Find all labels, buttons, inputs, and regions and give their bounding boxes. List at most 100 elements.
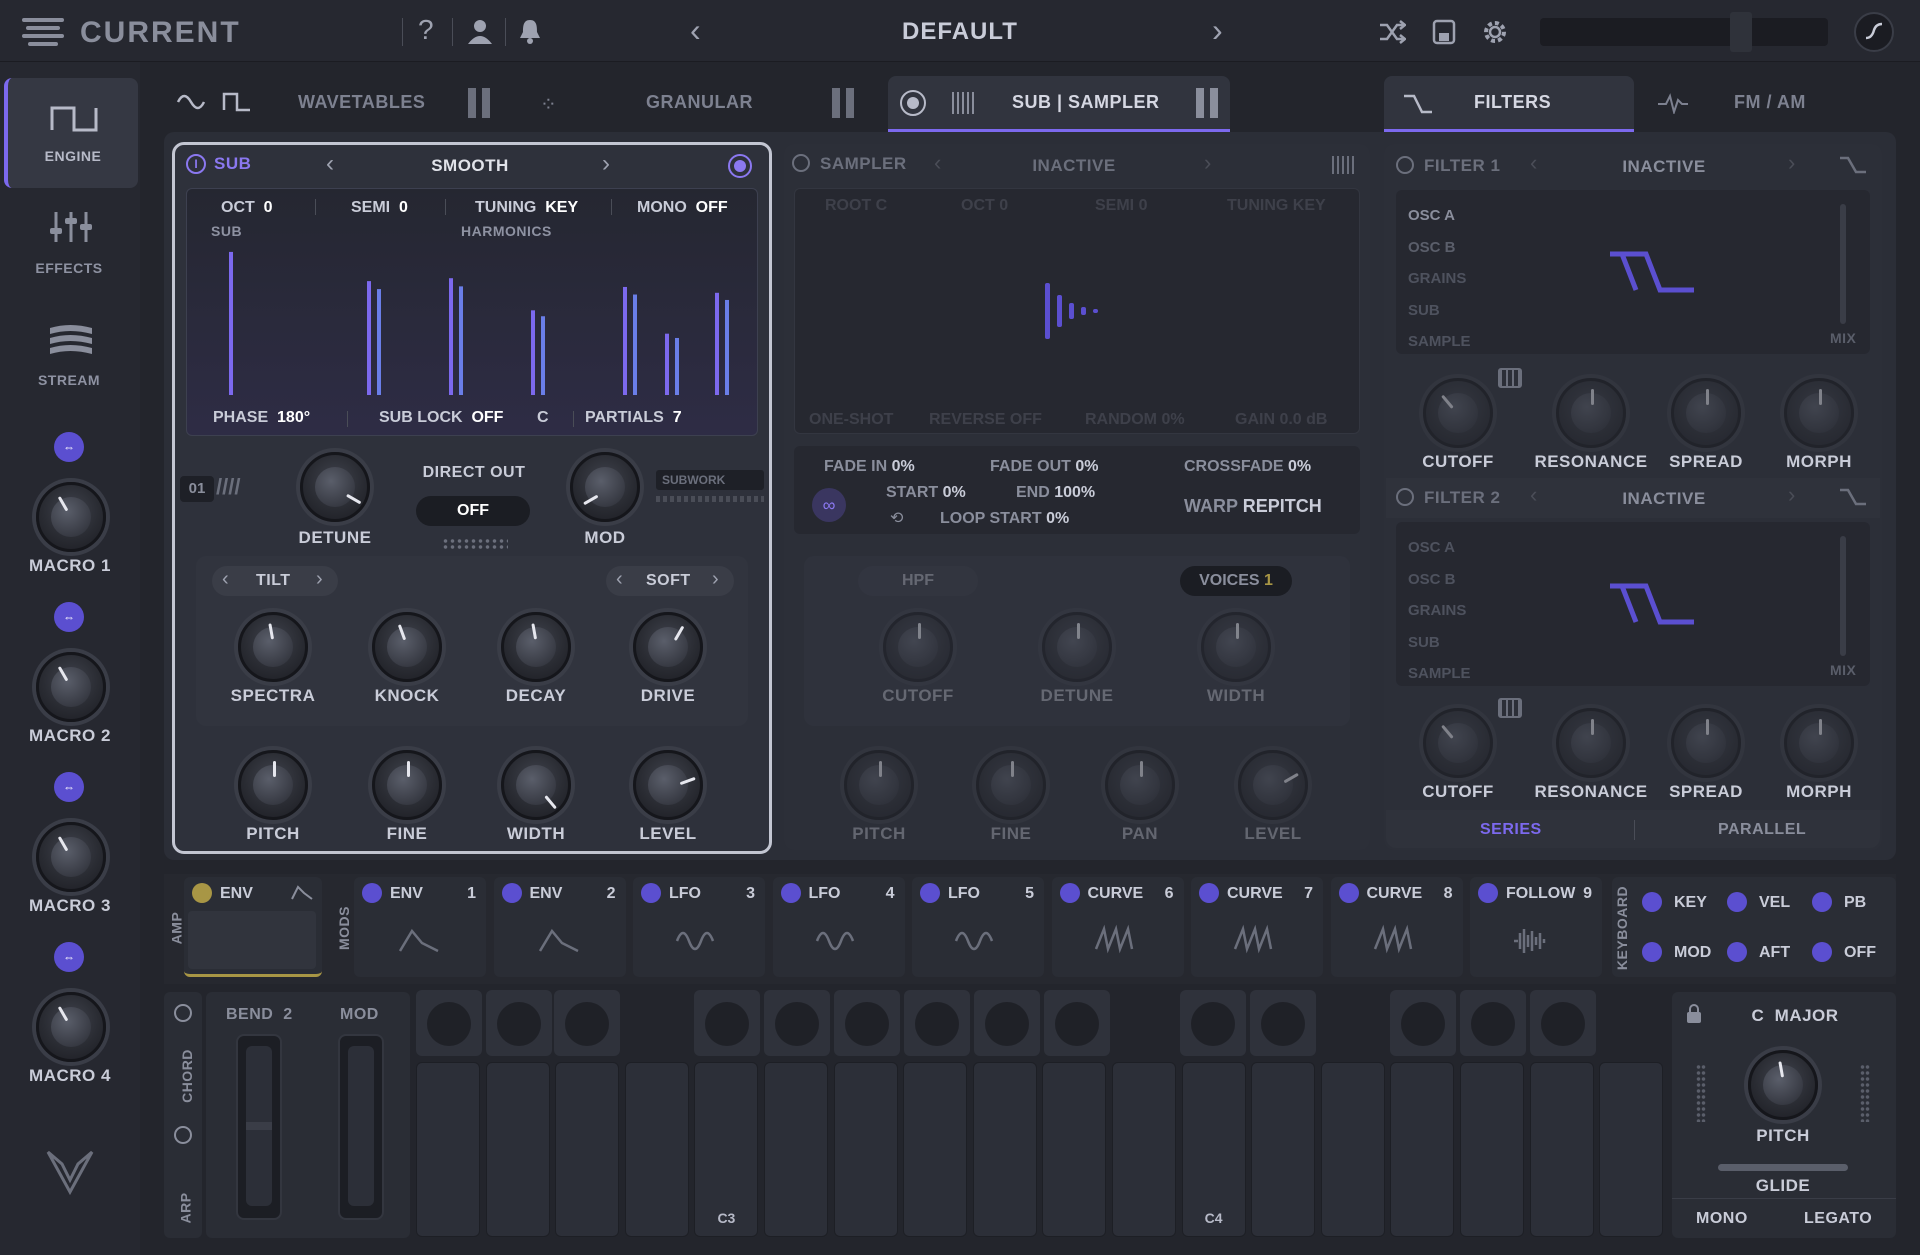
sub-level-knob[interactable] bbox=[633, 750, 703, 820]
harmonic-bar[interactable] bbox=[725, 299, 729, 395]
sub-detune-knob[interactable] bbox=[300, 452, 370, 522]
piano-black-key[interactable] bbox=[1530, 990, 1596, 1056]
decay-knob[interactable] bbox=[501, 612, 571, 682]
sampler-tuning-value[interactable]: KEY bbox=[1293, 197, 1326, 214]
mod-slot-curve-7[interactable]: CURVE 7 bbox=[1191, 877, 1323, 977]
filter-1-mix-slider[interactable] bbox=[1840, 204, 1846, 324]
mod-slot-curve-6[interactable]: CURVE 6 bbox=[1051, 877, 1184, 977]
one-shot-label[interactable]: ONE-SHOT bbox=[809, 411, 893, 429]
keyboard-mod-aft[interactable]: AFT bbox=[1727, 936, 1807, 976]
help-icon[interactable]: ? bbox=[418, 14, 434, 46]
macro-4-mod-button[interactable]: ⇔ bbox=[54, 942, 84, 972]
wavetables-power-icon[interactable] bbox=[468, 88, 490, 118]
sampler-fine-knob[interactable] bbox=[976, 750, 1046, 820]
macro-1-mod-button[interactable]: ⇔ bbox=[54, 432, 84, 462]
mod-drag-handle-icon[interactable] bbox=[1478, 883, 1498, 903]
fade-in-value[interactable]: 0% bbox=[892, 458, 915, 475]
sub-mod-knob[interactable] bbox=[570, 452, 640, 522]
filter-1-source-sub[interactable]: SUB bbox=[1408, 295, 1471, 327]
hpf-selector[interactable]: HPF bbox=[858, 566, 978, 596]
user-icon[interactable] bbox=[466, 18, 494, 44]
tilt-selector[interactable]: ‹ TILT › bbox=[212, 566, 338, 596]
partials-value[interactable]: 7 bbox=[673, 409, 682, 426]
oct-value[interactable]: 0 bbox=[264, 199, 273, 216]
piano-white-key[interactable]: C3 bbox=[694, 1062, 759, 1237]
sampler-oct-value[interactable]: 0 bbox=[999, 197, 1008, 214]
filter-2-cutoff-knob[interactable] bbox=[1423, 708, 1493, 778]
filter-2-resonance-knob[interactable] bbox=[1556, 708, 1626, 778]
semi-value[interactable]: 0 bbox=[399, 199, 408, 216]
filter-2-keytrack-icon[interactable] bbox=[1498, 698, 1522, 718]
filter-1-prev-icon[interactable]: ‹ bbox=[1530, 150, 1537, 176]
reverse-value[interactable]: OFF bbox=[1010, 411, 1042, 428]
scale-name[interactable]: C MAJOR bbox=[1720, 1006, 1870, 1026]
piano-black-key[interactable] bbox=[974, 990, 1040, 1056]
parallel-button[interactable]: PARALLEL bbox=[1718, 821, 1806, 839]
sampler-cutoff-knob[interactable] bbox=[883, 612, 953, 682]
master-volume-slider[interactable] bbox=[1540, 12, 1828, 52]
sub-preset-prev-icon[interactable]: ‹ bbox=[326, 150, 334, 178]
filter-1-source-osc-b[interactable]: OSC B bbox=[1408, 232, 1471, 264]
preset-next-button[interactable]: › bbox=[1212, 12, 1223, 49]
root-value[interactable]: C bbox=[876, 197, 888, 214]
piano-white-key[interactable] bbox=[764, 1062, 828, 1237]
sampler-next-icon[interactable]: › bbox=[1204, 150, 1211, 176]
mod-slot-env-1[interactable]: ENV 1 bbox=[354, 877, 486, 977]
link-icon[interactable]: ∞ bbox=[812, 488, 846, 522]
preset-prev-button[interactable]: ‹ bbox=[690, 12, 701, 49]
harmonic-bar[interactable] bbox=[377, 289, 381, 395]
mod-slot-follow-9[interactable]: FOLLOW 9 bbox=[1470, 877, 1602, 977]
mod-drag-handle-icon[interactable] bbox=[641, 883, 661, 903]
mod-drag-handle-icon[interactable] bbox=[362, 883, 382, 903]
mod-slot-lfo-5[interactable]: LFO 5 bbox=[912, 877, 1044, 977]
harmonic-bar[interactable] bbox=[367, 281, 371, 395]
piano-white-key[interactable] bbox=[624, 1062, 689, 1237]
legato-button[interactable]: LEGATO bbox=[1804, 1210, 1872, 1228]
sub-preset-next-icon[interactable]: › bbox=[602, 150, 610, 178]
tuning-value[interactable]: KEY bbox=[545, 199, 578, 216]
amp-env-slot[interactable]: ENV bbox=[184, 877, 322, 977]
sidebar-item-stream[interactable]: STREAM bbox=[4, 308, 138, 408]
filter-1-source-osc-a[interactable]: OSC A bbox=[1408, 200, 1471, 232]
sub-target-icon[interactable] bbox=[728, 154, 752, 178]
direct-out-toggle[interactable]: OFF bbox=[416, 496, 530, 526]
loop-start-value[interactable]: 0% bbox=[1046, 510, 1069, 527]
keyboard-pitch-knob[interactable] bbox=[1748, 1050, 1818, 1120]
gear-icon[interactable] bbox=[1481, 18, 1509, 46]
random-value[interactable]: 0% bbox=[1161, 411, 1184, 428]
filter-1-keytrack-icon[interactable] bbox=[1498, 368, 1522, 388]
mod-slot-env-2[interactable]: ENV 2 bbox=[493, 877, 626, 977]
sidebar-item-effects[interactable]: EFFECTS bbox=[4, 196, 138, 296]
piano-white-key[interactable] bbox=[833, 1062, 898, 1237]
soft-selector[interactable]: ‹ SOFT › bbox=[606, 566, 734, 596]
sampler-detune-knob[interactable] bbox=[1042, 612, 1112, 682]
piano-white-key[interactable] bbox=[1320, 1062, 1385, 1237]
lock-icon[interactable] bbox=[1686, 1004, 1702, 1029]
piano-black-key[interactable] bbox=[1390, 990, 1456, 1056]
bell-icon[interactable] bbox=[518, 17, 542, 45]
bend-range[interactable]: 2 bbox=[283, 1006, 292, 1023]
macro-2-mod-button[interactable]: ⇔ bbox=[54, 602, 84, 632]
filter-2-source-grains[interactable]: GRAINS bbox=[1408, 595, 1471, 627]
sample-waveform-icon[interactable] bbox=[1045, 281, 1115, 346]
filter-1-source-sample[interactable]: SAMPLE bbox=[1408, 326, 1471, 358]
tab-wavetables[interactable]: WAVETABLES bbox=[298, 92, 425, 113]
piano-white-key[interactable] bbox=[903, 1062, 968, 1237]
sidebar-item-engine[interactable]: ENGINE bbox=[4, 78, 138, 188]
mono-button[interactable]: MONO bbox=[1696, 1210, 1748, 1228]
mod-drag-handle-icon[interactable] bbox=[1059, 883, 1080, 903]
warp-value[interactable]: REPITCH bbox=[1243, 496, 1322, 516]
piano-white-key[interactable] bbox=[1529, 1062, 1594, 1237]
glide-slider[interactable] bbox=[1718, 1164, 1848, 1171]
piano-white-key[interactable] bbox=[1460, 1062, 1524, 1237]
sub-preset-name[interactable]: SMOOTH bbox=[380, 156, 560, 176]
filter-1-power-icon[interactable] bbox=[1396, 156, 1414, 174]
tab-fm-am[interactable]: FM / AM bbox=[1734, 92, 1806, 113]
sampler-width-knob[interactable] bbox=[1201, 612, 1271, 682]
macro-3-mod-button[interactable]: ⇔ bbox=[54, 772, 84, 802]
fm-am-wave-icon[interactable] bbox=[1656, 92, 1690, 119]
sampler-pan-knob[interactable] bbox=[1105, 750, 1175, 820]
harmonic-bar[interactable] bbox=[675, 337, 679, 395]
tab-granular[interactable]: GRANULAR bbox=[646, 92, 753, 113]
pitch-bend-wheel[interactable] bbox=[236, 1034, 282, 1220]
